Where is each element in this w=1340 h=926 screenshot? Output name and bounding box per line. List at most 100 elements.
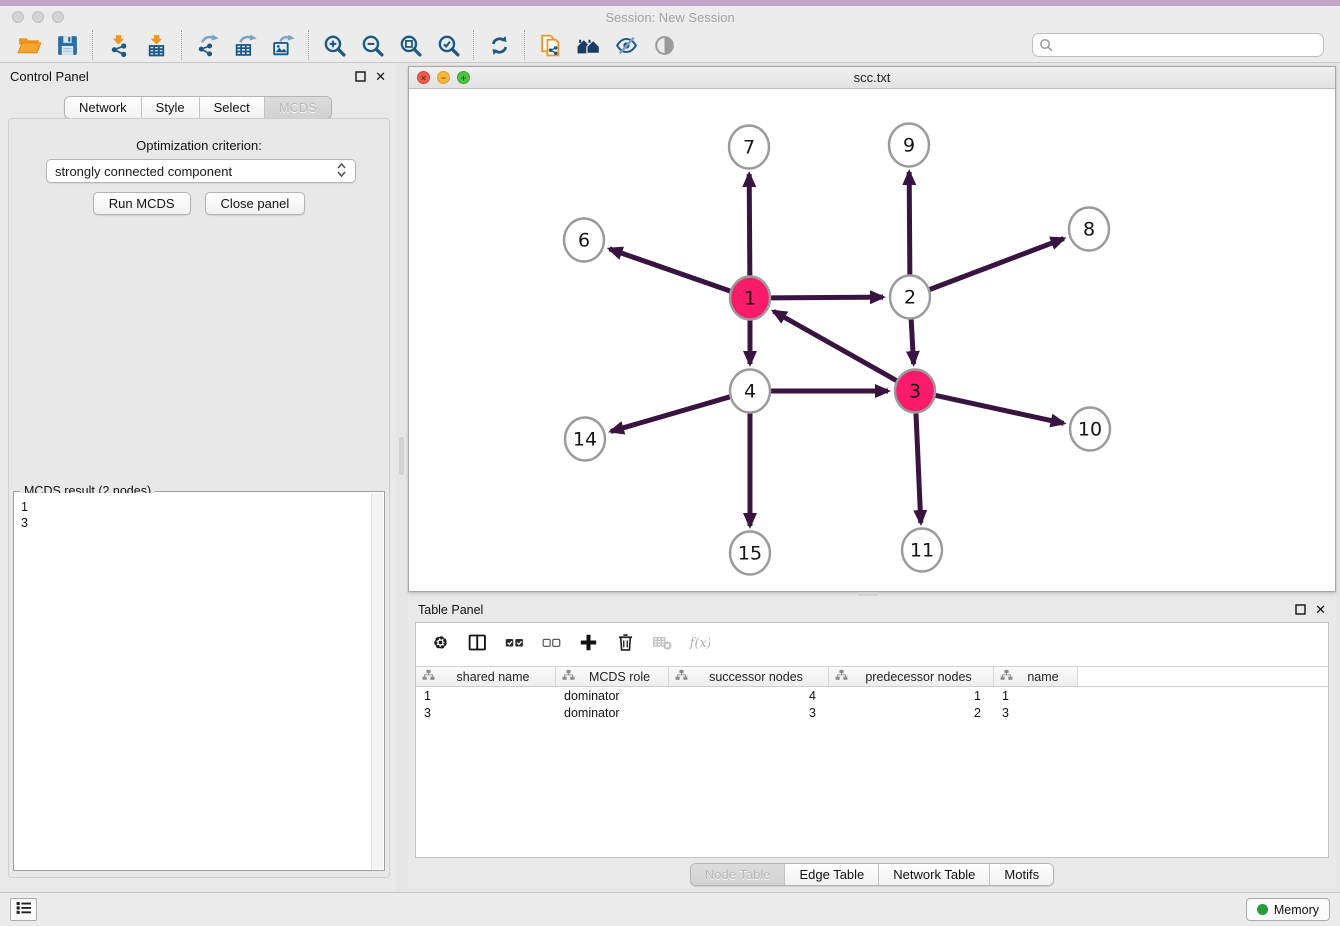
refresh-view-icon[interactable]: [480, 30, 518, 60]
tab-select[interactable]: Select: [199, 97, 264, 118]
export-table-icon[interactable]: [226, 30, 264, 60]
vertical-splitter-handle[interactable]: [399, 437, 404, 475]
edge-2-3[interactable]: [911, 317, 914, 364]
search-input[interactable]: [1032, 33, 1324, 57]
hide-all-columns-icon[interactable]: [541, 632, 562, 653]
table-cell[interactable]: 3: [416, 706, 556, 720]
column-header-MCDS-role[interactable]: MCDS role: [556, 667, 669, 686]
split-panel-icon[interactable]: [467, 632, 488, 653]
result-scrollbar[interactable]: [371, 493, 383, 869]
edge-3-1[interactable]: [774, 311, 898, 381]
graph-node-9[interactable]: 9: [889, 124, 929, 167]
zoom-selected-icon[interactable]: [429, 30, 467, 60]
float-table-panel-icon[interactable]: [1295, 604, 1306, 615]
edge-1-6[interactable]: [609, 249, 731, 291]
export-image-icon[interactable]: [264, 30, 302, 60]
close-table-panel-icon[interactable]: ✕: [1315, 603, 1326, 616]
network-window-titlebar[interactable]: × − + scc.txt: [409, 67, 1335, 89]
tab-network-table[interactable]: Network Table: [878, 864, 989, 885]
home-layout-icon[interactable]: [569, 30, 607, 60]
table-settings-icon[interactable]: [430, 632, 451, 653]
edge-2-8[interactable]: [929, 239, 1064, 290]
toolbar-separator: [181, 30, 182, 60]
close-panel-button[interactable]: Close panel: [205, 192, 306, 215]
edge-3-11[interactable]: [916, 411, 921, 523]
delete-column-icon[interactable]: [615, 632, 636, 653]
hierarchy-icon: [422, 668, 435, 686]
mcds-result-list[interactable]: 13: [15, 493, 371, 869]
table-cell[interactable]: dominator: [556, 689, 669, 703]
close-window-button[interactable]: [12, 11, 24, 23]
edge-3-10[interactable]: [935, 395, 1064, 423]
graph-node-3[interactable]: 3: [895, 370, 935, 413]
graph-node-10[interactable]: 10: [1070, 408, 1110, 451]
tab-network[interactable]: Network: [65, 97, 141, 118]
column-header-name[interactable]: name: [994, 667, 1078, 686]
table-cell[interactable]: 4: [669, 689, 829, 703]
network-maximize-button[interactable]: +: [457, 71, 470, 84]
create-column-icon[interactable]: [578, 632, 599, 653]
tab-edge-table[interactable]: Edge Table: [784, 864, 878, 885]
export-network-icon[interactable]: [188, 30, 226, 60]
mcds-result-item: 1: [21, 499, 365, 515]
zoom-fit-icon[interactable]: [391, 30, 429, 60]
import-network-icon[interactable]: [99, 30, 137, 60]
criterion-select[interactable]: strongly connected component: [46, 159, 356, 183]
graph-node-15[interactable]: 15: [730, 532, 770, 575]
table-toolbar: f(x): [416, 623, 1328, 660]
table-cell[interactable]: 3: [669, 706, 829, 720]
column-header-predecessor-nodes[interactable]: predecessor nodes: [829, 667, 994, 686]
table-row[interactable]: 3dominator323: [416, 704, 1328, 721]
edge-4-14[interactable]: [611, 397, 731, 432]
table-cell[interactable]: 2: [829, 706, 994, 720]
graph-node-1[interactable]: 1: [730, 277, 770, 320]
show-all-columns-icon[interactable]: [504, 632, 525, 653]
toggle-style-icon[interactable]: [607, 30, 645, 60]
zoom-window-button[interactable]: [52, 11, 64, 23]
tab-node-table[interactable]: Node Table: [691, 864, 785, 885]
column-header-shared-name[interactable]: shared name: [416, 667, 556, 686]
graph-node-8[interactable]: 8: [1069, 208, 1109, 251]
graph-node-2[interactable]: 2: [890, 276, 930, 319]
hierarchy-icon: [835, 668, 848, 686]
float-panel-icon[interactable]: [355, 71, 366, 82]
tab-mcds[interactable]: MCDS: [264, 97, 331, 118]
table-cell[interactable]: dominator: [556, 706, 669, 720]
graph-node-14[interactable]: 14: [565, 418, 605, 461]
edge-1-2[interactable]: [770, 297, 883, 298]
graph-node-7[interactable]: 7: [729, 126, 769, 169]
network-close-button[interactable]: ×: [417, 71, 430, 84]
preview-eye-icon[interactable]: [645, 30, 683, 60]
svg-text:3: 3: [909, 381, 921, 403]
column-header-successor-nodes[interactable]: successor nodes: [669, 667, 829, 686]
network-canvas[interactable]: 7 9 6 8 1 2 4 3 14 10 15 11: [409, 89, 1335, 591]
svg-text:2: 2: [904, 287, 916, 309]
zoom-out-icon[interactable]: [353, 30, 391, 60]
minimize-window-button[interactable]: [32, 11, 44, 23]
toolbar-icons: [10, 30, 683, 60]
table-cell[interactable]: 1: [994, 689, 1078, 703]
open-session-icon[interactable]: [10, 30, 48, 60]
table-cell[interactable]: 3: [994, 706, 1078, 720]
graph-node-6[interactable]: 6: [564, 219, 604, 262]
table-row[interactable]: 1dominator411: [416, 687, 1328, 704]
table-cell[interactable]: 1: [416, 689, 556, 703]
import-table-icon[interactable]: [137, 30, 175, 60]
close-panel-icon[interactable]: ✕: [375, 70, 386, 83]
network-graph[interactable]: 7 9 6 8 1 2 4 3 14 10 15 11: [409, 89, 1335, 591]
edge-2-9[interactable]: [909, 172, 910, 277]
tab-motifs[interactable]: Motifs: [989, 864, 1053, 885]
edge-1-7[interactable]: [749, 174, 750, 278]
network-minimize-button[interactable]: −: [437, 71, 450, 84]
tab-style[interactable]: Style: [141, 97, 199, 118]
horizontal-splitter-handle[interactable]: [858, 592, 878, 596]
run-mcds-button[interactable]: Run MCDS: [93, 192, 191, 215]
save-session-icon[interactable]: [48, 30, 86, 60]
duplicate-network-icon[interactable]: [531, 30, 569, 60]
graph-node-11[interactable]: 11: [902, 529, 942, 572]
zoom-in-icon[interactable]: [315, 30, 353, 60]
graph-node-4[interactable]: 4: [730, 370, 770, 413]
memory-button[interactable]: Memory: [1246, 898, 1330, 921]
table-cell[interactable]: 1: [829, 689, 994, 703]
task-history-button[interactable]: [10, 898, 37, 921]
